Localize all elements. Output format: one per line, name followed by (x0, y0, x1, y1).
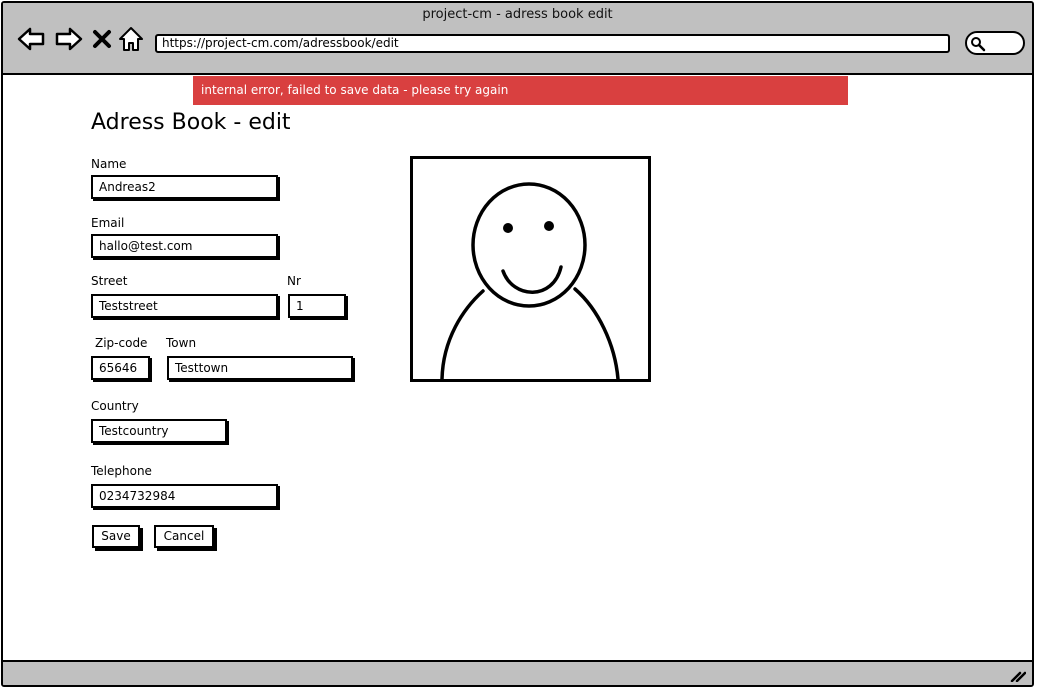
name-label: Name (91, 157, 127, 171)
email-field[interactable]: hallo@test.com (91, 234, 278, 258)
nr-label: Nr (287, 274, 301, 288)
cancel-button[interactable]: Cancel (154, 525, 214, 548)
street-field[interactable]: Teststreet (91, 294, 278, 318)
country-label: Country (91, 399, 139, 413)
browser-window: project-cm - adress book edit https://pr… (1, 1, 1034, 687)
resize-grip-icon[interactable] (1010, 668, 1026, 682)
nr-field[interactable]: 1 (288, 294, 346, 318)
telephone-label: Telephone (91, 464, 152, 478)
forward-arrow-icon[interactable] (53, 25, 85, 53)
country-field[interactable]: Testcountry (91, 419, 227, 443)
zip-label: Zip-code (95, 336, 148, 350)
back-arrow-icon[interactable] (15, 25, 47, 53)
status-bar (3, 660, 1032, 685)
smiley-person-icon (440, 182, 620, 381)
close-icon[interactable] (91, 25, 113, 53)
town-label: Town (166, 336, 197, 350)
page-title: Adress Book - edit (91, 110, 291, 135)
email-label: Email (91, 216, 125, 230)
error-alert: internal error, failed to save data - pl… (193, 76, 848, 105)
url-bar[interactable]: https://project-cm.com/adressbook/edit (155, 34, 950, 53)
search-icon (971, 37, 986, 52)
town-field[interactable]: Testtown (167, 356, 353, 380)
zip-field[interactable]: 65646 (91, 356, 150, 380)
window-title: project-cm - adress book edit (422, 7, 613, 22)
save-button[interactable]: Save (92, 525, 140, 548)
street-label: Street (91, 274, 128, 288)
title-bar: project-cm - adress book edit https://pr… (3, 3, 1032, 75)
search-field[interactable] (965, 31, 1025, 55)
contact-photo[interactable] (410, 156, 651, 382)
telephone-field[interactable]: 0234732984 (91, 484, 278, 508)
name-field[interactable]: Andreas2 (91, 175, 278, 199)
home-icon[interactable] (118, 25, 144, 53)
